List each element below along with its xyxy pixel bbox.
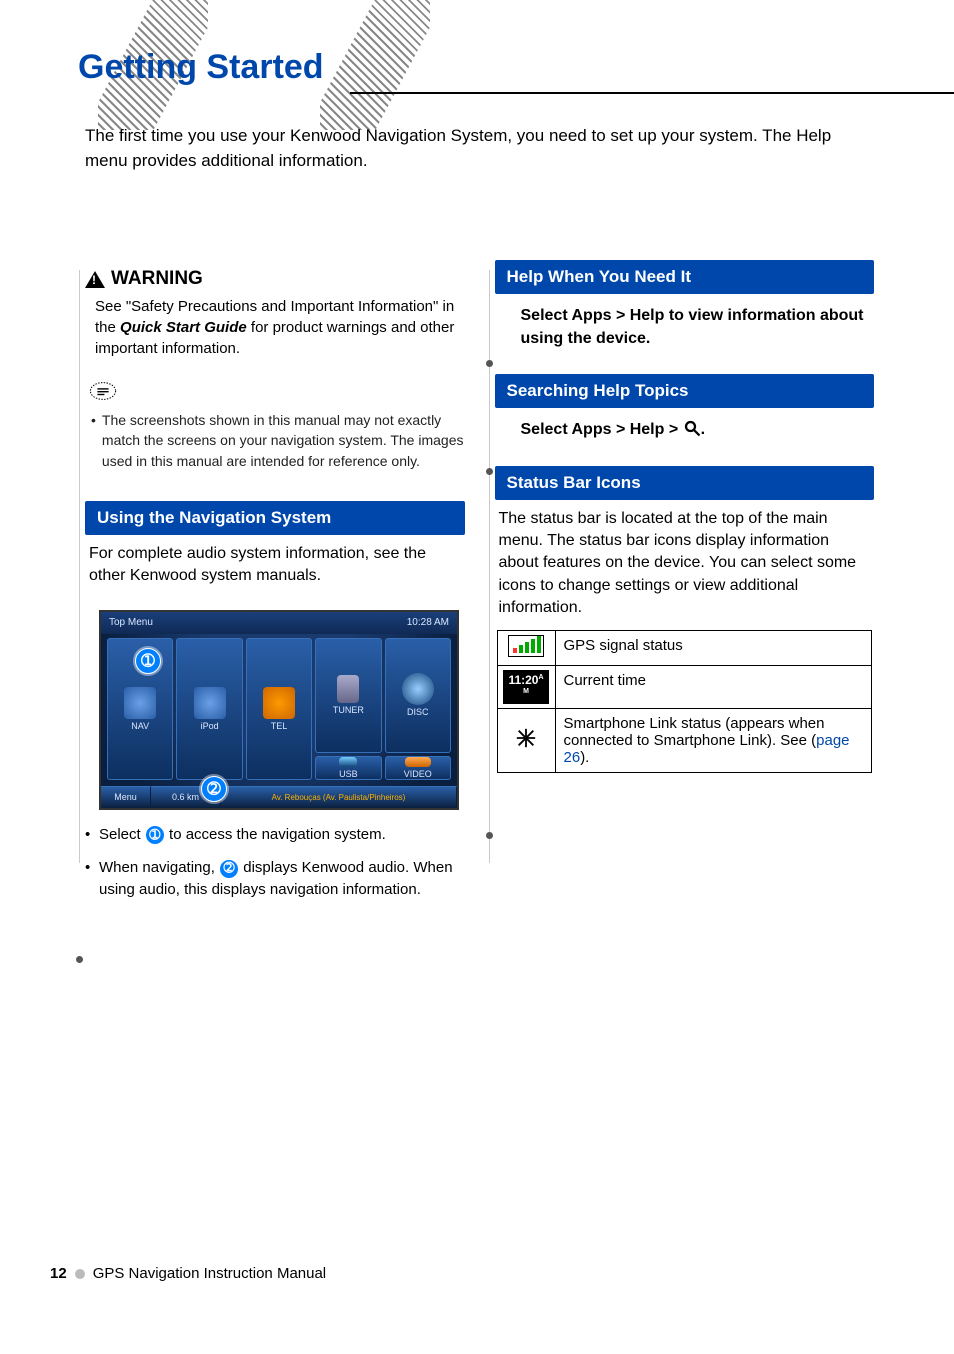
callout-2-icon: ➁ (219, 859, 239, 879)
gps-signal-desc: GPS signal status (555, 630, 872, 665)
screenshot-menu-segment: Menu (101, 786, 151, 808)
time-icon-cell: 11:20AM (497, 665, 555, 708)
gps-signal-icon-cell (497, 630, 555, 665)
footer-title: GPS Navigation Instruction Manual (93, 1265, 326, 1282)
section-bar-status: Status Bar Icons (495, 466, 875, 500)
page-title: Getting Started (78, 48, 324, 87)
bullet-when-navigating: When navigating, ➁ displays Kenwood audi… (85, 857, 465, 901)
smartphone-link-desc: Smartphone Link status (appears when con… (555, 708, 872, 772)
callout-1-icon: ➀ (145, 825, 165, 845)
screenshot-address-segment: Av. Rebouças (Av. Paulista/Pinheiros) (221, 786, 457, 808)
title-rule (350, 92, 954, 94)
screenshot-top-menu-label: Top Menu (109, 617, 153, 628)
footer-dot-icon (75, 1269, 85, 1279)
warning-body: See "Safety Precautions and Important In… (85, 296, 465, 359)
gps-signal-icon (508, 635, 544, 657)
using-nav-body: For complete audio system information, s… (85, 535, 465, 598)
page-number: 12 (50, 1265, 67, 1282)
section-bar-help: Help When You Need It (495, 260, 875, 294)
screenshot-clock: 10:28 AM (407, 617, 449, 628)
section-bar-searching: Searching Help Topics (495, 374, 875, 408)
column-dot-1 (486, 360, 493, 367)
time-desc: Current time (555, 665, 872, 708)
warning-heading: WARNING (85, 268, 465, 290)
section-bar-using-nav: Using the Navigation System (85, 501, 465, 535)
smartphone-link-icon-cell (497, 708, 555, 772)
callout-2-overlay: ➁ (201, 776, 227, 802)
warning-label: WARNING (111, 268, 203, 290)
searching-body: Select Apps > Help > . (495, 408, 875, 451)
device-screenshot: Top Menu 10:28 AM NAV iPod TEL TUNER DIS… (99, 610, 459, 810)
note-icon (89, 381, 465, 406)
help-body: Select Apps > Help to view information a… (495, 294, 875, 360)
status-intro: The status bar is located at the top of … (495, 500, 875, 624)
search-icon (683, 419, 701, 437)
page-footer: 12 GPS Navigation Instruction Manual (50, 1265, 326, 1282)
clock-icon: 11:20AM (503, 670, 548, 704)
decorative-hatch-2 (305, 0, 444, 130)
column-dot-3 (486, 832, 493, 839)
callout-1-overlay: ➀ (135, 648, 161, 674)
intro-paragraph: The first time you use your Kenwood Navi… (85, 124, 874, 173)
warning-triangle-icon (85, 271, 105, 288)
note-bullet: • The screenshots shown in this manual m… (85, 410, 465, 471)
status-table: GPS signal status 11:20AM Current time (497, 630, 873, 773)
column-end-dot (76, 956, 83, 963)
column-dot-2 (486, 468, 493, 475)
smartphone-link-icon (515, 727, 537, 749)
bullet-select-nav: Select ➀ to access the navigation system… (85, 824, 465, 846)
